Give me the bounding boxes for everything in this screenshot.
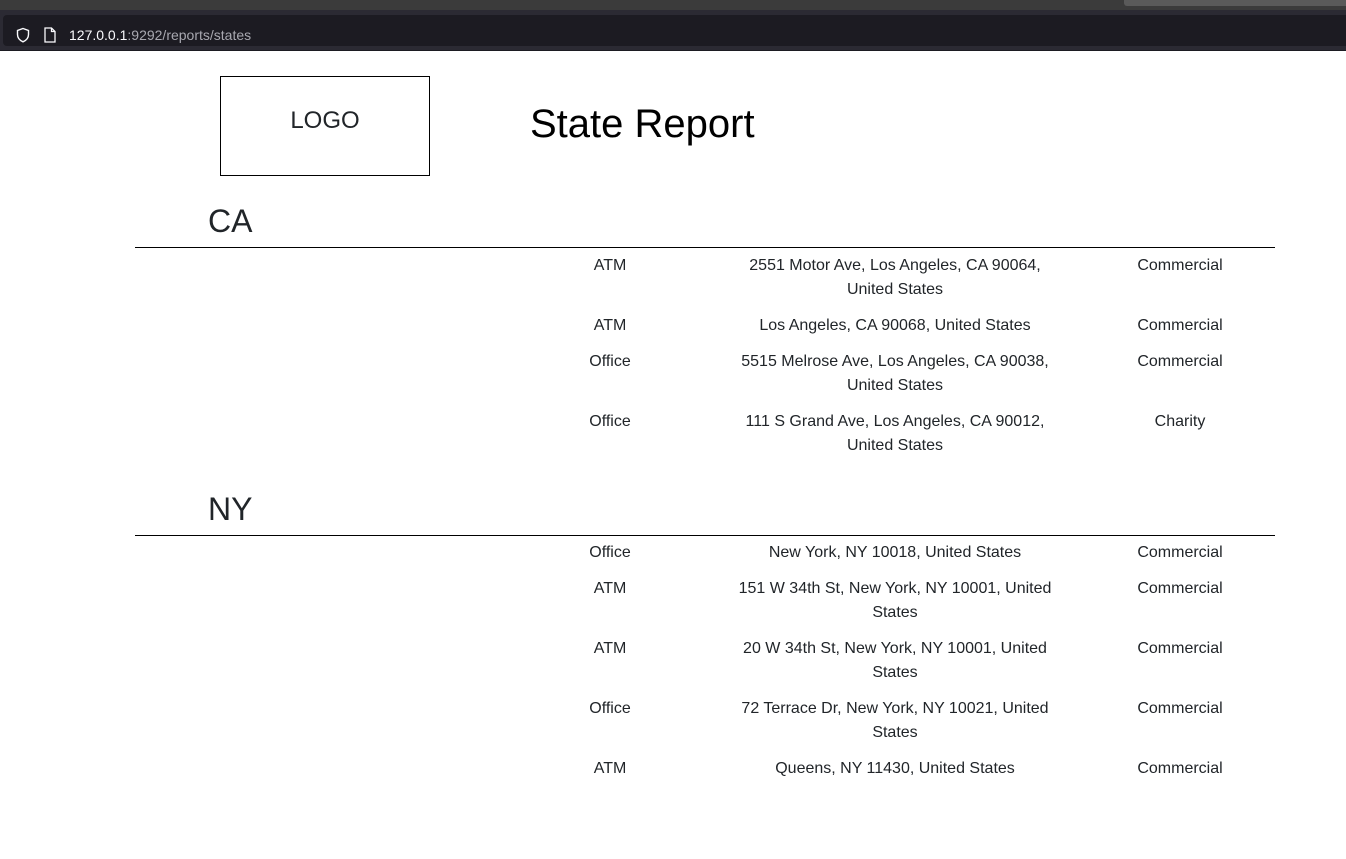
location-address: 5515 Melrose Ave, Los Angeles, CA 90038,… (730, 350, 1060, 398)
url-path: :9292/reports/states (127, 27, 252, 43)
address-line: 151 W 34th St, New York, NY 10001, Unite… (738, 580, 1052, 597)
location-type: Office (589, 544, 631, 561)
location-address: New York, NY 10018, United States (730, 541, 1060, 565)
address-line: United States (846, 437, 944, 454)
location-type: ATM (593, 760, 627, 777)
state-heading-ny: NY (208, 491, 253, 527)
address-line: 5515 Melrose Ave, Los Angeles, CA 90038, (741, 353, 1049, 370)
url-text[interactable]: 127.0.0.1:9292/reports/states (69, 27, 251, 43)
location-type: ATM (593, 640, 627, 657)
logo-text: LOGO (290, 107, 360, 134)
address-line: 2551 Motor Ave, Los Angeles, CA 90064, (749, 257, 1041, 274)
location-type: ATM (593, 257, 627, 274)
address-line: States (872, 724, 918, 741)
location-type: ATM (593, 317, 627, 334)
address-line: States (872, 664, 918, 681)
shield-icon[interactable] (15, 27, 31, 43)
location-type: Office (589, 353, 631, 370)
url-field[interactable]: 127.0.0.1:9292/reports/states (3, 15, 1346, 46)
location-category: Commercial (1137, 640, 1223, 657)
address-bar: 127.0.0.1:9292/reports/states (0, 10, 1346, 51)
address-line: United States (846, 281, 944, 298)
location-address: 151 W 34th St, New York, NY 10001, Unite… (730, 577, 1060, 625)
tab-strip-thumb[interactable] (1124, 0, 1346, 6)
location-category: Commercial (1137, 353, 1223, 370)
state-heading-ca: CA (208, 203, 253, 239)
address-line: Los Angeles, CA 90068, United States (759, 317, 1031, 334)
location-category: Commercial (1137, 317, 1223, 334)
location-address: 2551 Motor Ave, Los Angeles, CA 90064, Un… (730, 254, 1060, 302)
address-line: 111 S Grand Ave, Los Angeles, CA 90012, (745, 413, 1045, 430)
location-category: Commercial (1137, 544, 1223, 561)
address-line: States (872, 604, 918, 621)
page-icon (44, 27, 56, 43)
location-address: Los Angeles, CA 90068, United States (730, 314, 1060, 338)
location-category: Commercial (1137, 700, 1223, 717)
location-address: 72 Terrace Dr, New York, NY 10021, Unite… (730, 697, 1060, 745)
location-address: Queens, NY 11430, United States (730, 757, 1060, 781)
page-title: State Report (530, 102, 755, 146)
location-address: 111 S Grand Ave, Los Angeles, CA 90012, U… (730, 410, 1060, 458)
location-category: Commercial (1137, 257, 1223, 274)
location-address: 20 W 34th St, New York, NY 10001, United… (730, 637, 1060, 685)
address-line: 72 Terrace Dr, New York, NY 10021, Unite… (741, 700, 1049, 717)
address-line: United States (846, 377, 944, 394)
browser-tab-strip (0, 0, 1346, 10)
location-type: Office (589, 413, 631, 430)
section-divider (135, 535, 1275, 536)
address-line: Queens, NY 11430, United States (775, 760, 1015, 777)
section-divider (135, 247, 1275, 248)
address-line: 20 W 34th St, New York, NY 10001, United (743, 640, 1047, 657)
location-type: ATM (593, 580, 627, 597)
location-category: Charity (1154, 413, 1206, 430)
url-host: 127.0.0.1 (69, 27, 128, 43)
location-type: Office (589, 700, 631, 717)
logo-placeholder: LOGO (220, 76, 430, 176)
location-category: Commercial (1137, 580, 1223, 597)
location-category: Commercial (1137, 760, 1223, 777)
address-line: New York, NY 10018, United States (768, 544, 1022, 561)
